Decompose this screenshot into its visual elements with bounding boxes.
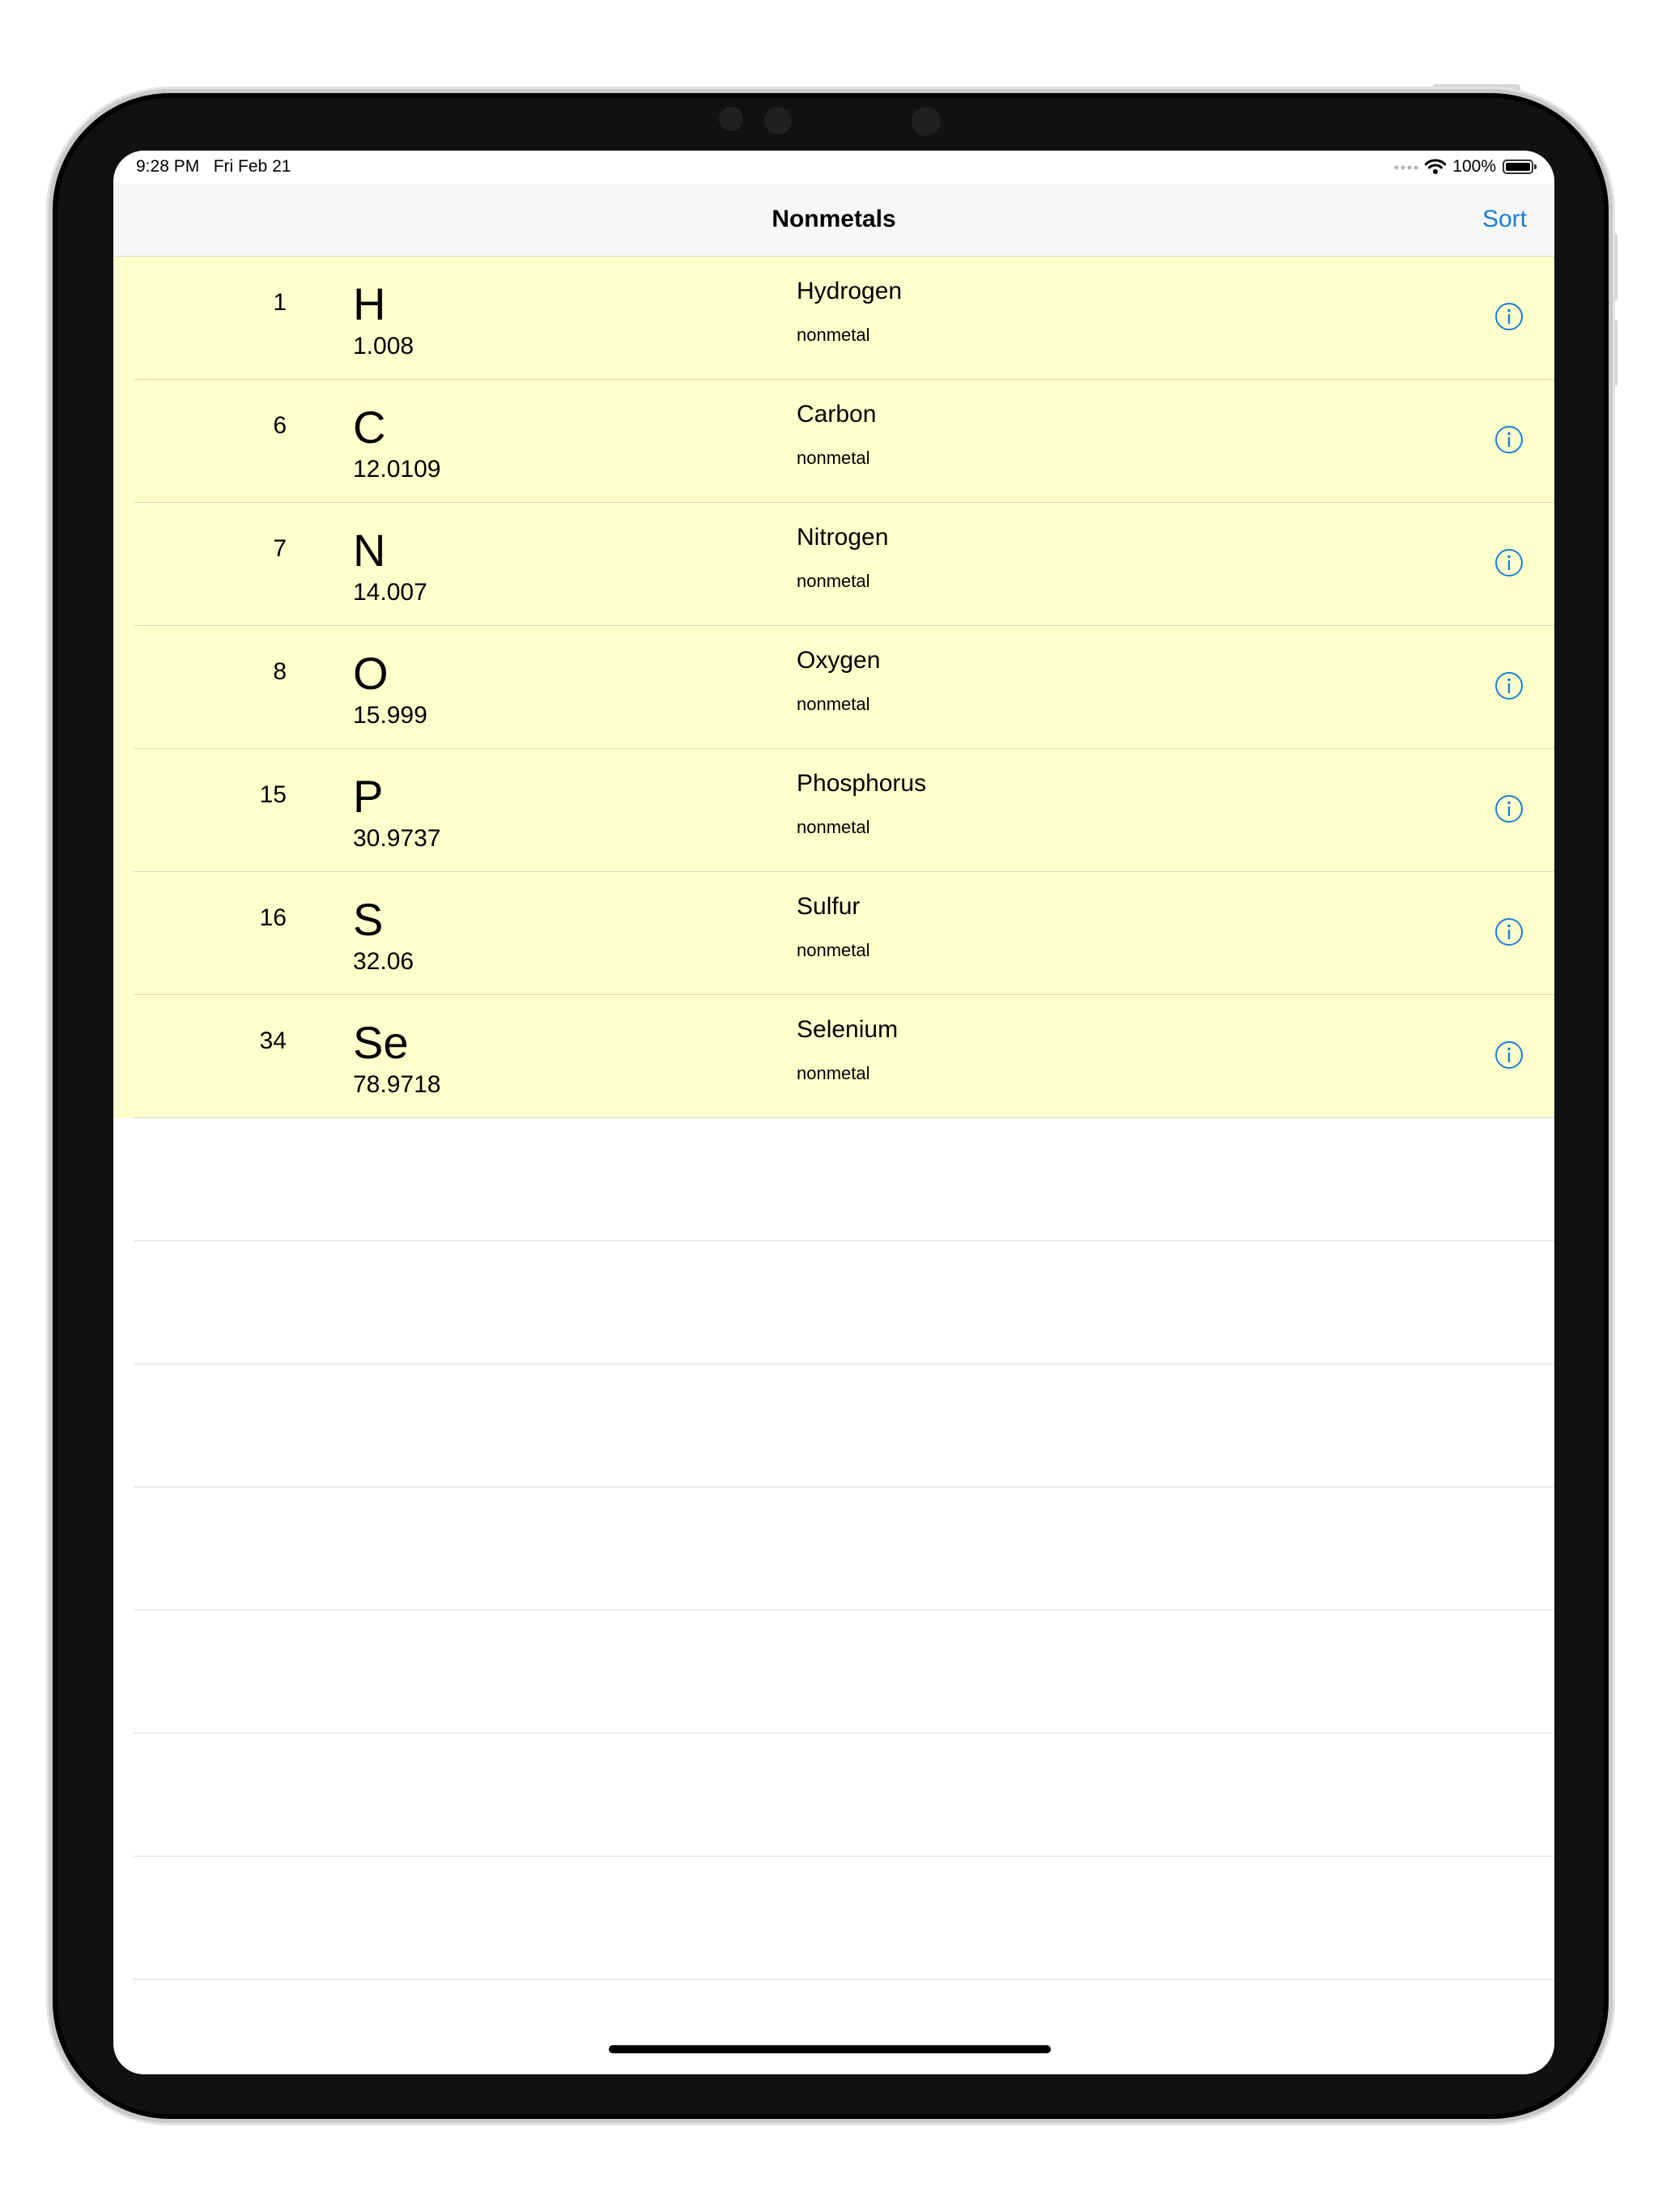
element-row[interactable]: 34 Se 78.9718 Selenium nonmetal [113,995,1554,1118]
element-symbol: H [353,279,386,330]
info-icon[interactable] [1494,548,1524,577]
element-symbol: O [353,648,389,699]
atomic-number: 34 [259,1027,287,1054]
atomic-mass: 1.008 [353,333,414,359]
page-title: Nonmetals [772,206,896,232]
element-category: nonmetal [797,448,870,468]
battery-percent: 100% [1452,157,1496,176]
battery-icon [1503,160,1537,174]
empty-table-row [113,1610,1554,1733]
element-row[interactable]: 15 P 30.9737 Phosphorus nonmetal [113,749,1554,872]
element-name: Sulfur [797,893,861,920]
element-row[interactable]: 7 N 14.007 Nitrogen nonmetal [113,503,1554,626]
element-symbol: S [353,894,384,945]
info-icon[interactable] [1494,794,1524,823]
element-symbol: N [353,525,386,576]
empty-table-row [113,1487,1554,1610]
info-icon[interactable] [1494,302,1524,331]
element-category: nonmetal [797,1063,870,1083]
element-name: Phosphorus [797,770,927,797]
home-indicator[interactable] [609,2045,1051,2053]
screen: 9:28 PM Fri Feb 21 100% Nonmetals Sort 1… [113,151,1554,2074]
info-icon[interactable] [1494,917,1524,946]
element-name: Selenium [797,1016,899,1043]
element-row[interactable]: 8 O 15.999 Oxygen nonmetal [113,626,1554,749]
element-category: nonmetal [797,325,870,345]
status-date: Fri Feb 21 [213,157,291,176]
atomic-number: 8 [273,658,287,685]
atomic-mass: 14.007 [353,579,427,606]
element-category: nonmetal [797,694,870,714]
info-icon[interactable] [1494,1040,1524,1070]
element-name: Hydrogen [797,278,903,304]
element-name: Carbon [797,401,877,428]
status-time: 9:28 PM [136,157,200,176]
info-icon[interactable] [1494,671,1524,700]
atomic-number: 15 [259,781,287,808]
element-name: Oxygen [797,647,881,674]
sensor-dot [912,107,941,136]
battery-fill [1506,163,1530,171]
element-category: nonmetal [797,571,870,591]
atomic-mass: 15.999 [353,702,427,729]
status-indicators: 100% [1394,157,1537,177]
atomic-mass: 12.0109 [353,456,441,483]
info-icon[interactable] [1494,425,1524,454]
status-time-date: 9:28 PM Fri Feb 21 [136,157,291,177]
element-name: Nitrogen [797,524,889,551]
empty-table-row [113,1118,1554,1241]
front-camera [764,107,792,134]
status-bar: 9:28 PM Fri Feb 21 100% [113,151,1554,185]
empty-table-row [113,1241,1554,1364]
sort-button[interactable]: Sort [1482,206,1527,233]
atomic-number: 1 [273,289,287,316]
element-row[interactable]: 1 H 1.008 Hydrogen nonmetal [113,257,1554,380]
element-symbol: C [353,402,386,453]
atomic-number: 7 [273,535,287,562]
cellular-dots-icon [1394,165,1418,170]
empty-table-row [113,1857,1554,1980]
element-row[interactable]: 6 C 12.0109 Carbon nonmetal [113,380,1554,503]
element-symbol: Se [353,1017,409,1068]
element-symbol: P [353,771,384,822]
atomic-mass: 30.9737 [353,825,441,852]
navigation-bar: Nonmetals Sort [113,185,1554,257]
empty-table-row [113,1364,1554,1487]
empty-table-row [113,1733,1554,1857]
element-table: 1 H 1.008 Hydrogen nonmetal 6 C 12.0109 Carbon no… [113,257,1554,2074]
element-category: nonmetal [797,940,870,960]
wifi-icon [1425,159,1447,174]
element-row[interactable]: 16 S 32.06 Sulfur nonmetal [113,872,1554,995]
atomic-mass: 78.9718 [353,1071,441,1098]
atomic-mass: 32.06 [353,948,414,975]
element-category: nonmetal [797,817,870,837]
atomic-number: 16 [259,904,287,931]
empty-table-row [113,1980,1554,2074]
sensor-dot [719,107,743,131]
atomic-number: 6 [273,412,287,439]
